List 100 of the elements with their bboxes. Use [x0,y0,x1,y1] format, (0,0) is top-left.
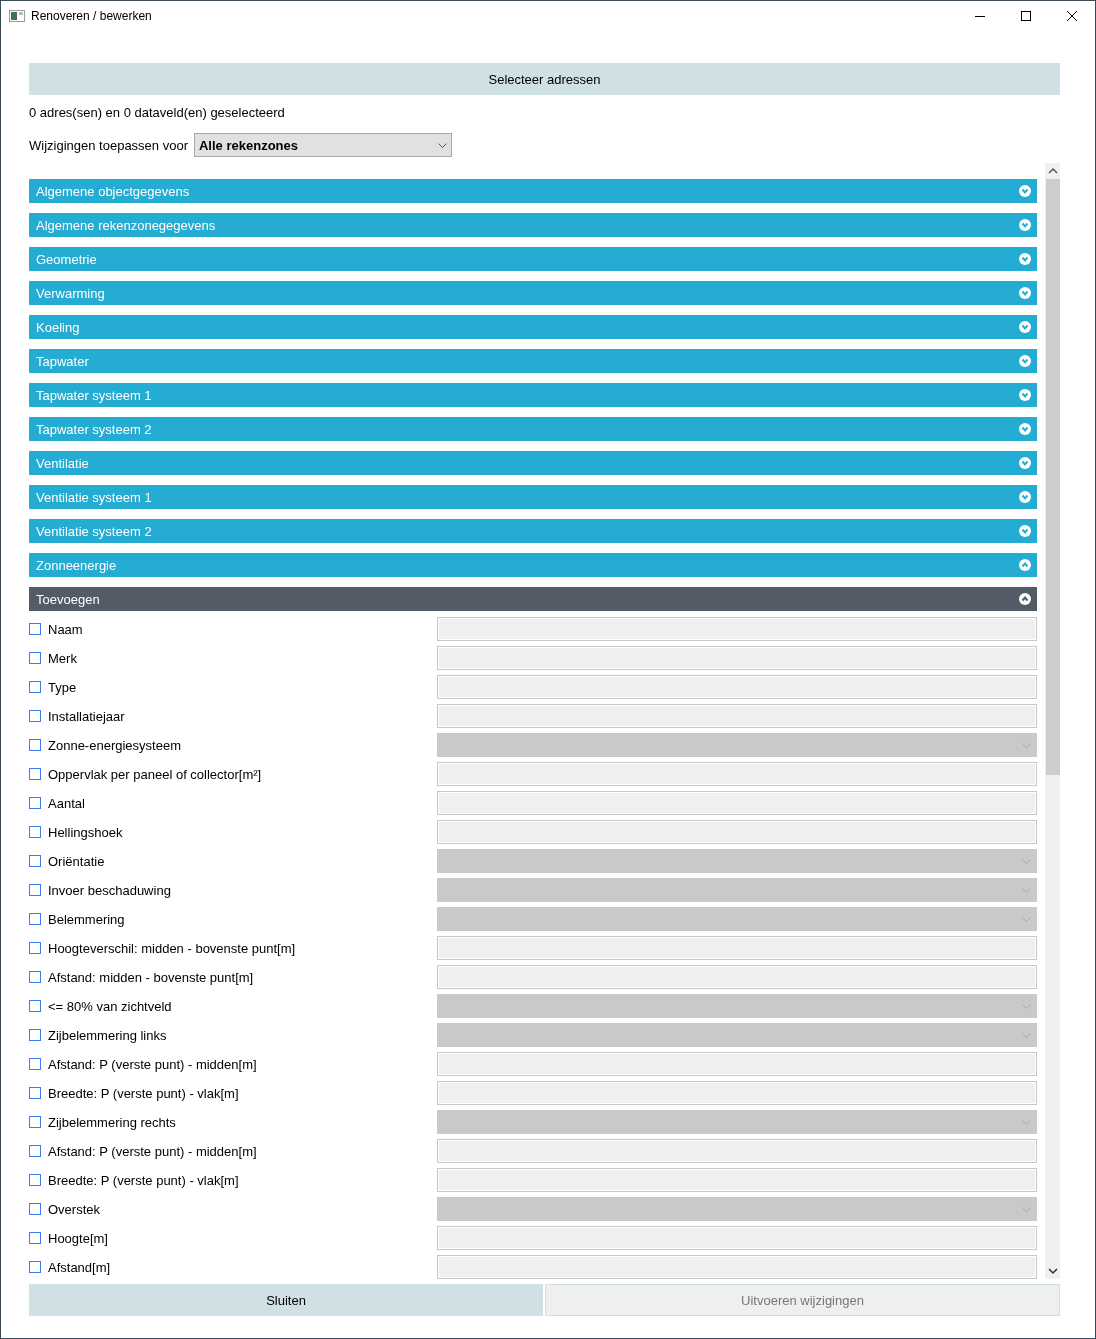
caret-icon [1022,742,1031,748]
dropdown-field[interactable] [437,733,1037,757]
field-label: Zonne-energiesysteem [48,737,182,753]
field-label: Aantal [48,795,86,811]
caret-icon [1022,1119,1031,1125]
input-field[interactable] [437,675,1037,699]
chevron-down-icon[interactable] [1019,389,1031,401]
field-label: Oriëntatie [48,853,106,869]
checkbox[interactable] [29,710,41,722]
checkbox[interactable] [29,826,41,838]
checkbox[interactable] [29,652,41,664]
caret-icon [1022,858,1031,864]
chevron-down-icon[interactable] [1019,491,1031,503]
dropdown-field[interactable] [437,1023,1037,1047]
chevron-up-icon[interactable] [1019,593,1031,605]
close-dialog-button[interactable]: Sluiten [29,1284,543,1316]
chevron-down-icon[interactable] [1019,423,1031,435]
input-field[interactable] [437,762,1037,786]
section-header[interactable]: Verwarming [29,281,1037,305]
chevron-down-icon[interactable] [1019,457,1031,469]
input-field[interactable] [437,1052,1037,1076]
field-label: Afstand: P (verste punt) - midden[m] [48,1056,258,1072]
scrollbar[interactable] [1045,163,1060,1279]
field-label: Oppervlak per paneel of collector[m²] [48,766,263,782]
checkbox[interactable] [29,1000,41,1012]
checkbox[interactable] [29,971,41,983]
checkbox[interactable] [29,1232,41,1244]
checkbox[interactable] [29,855,41,867]
checkbox[interactable] [29,739,41,751]
section-header[interactable]: Geometrie [29,247,1037,271]
field-label: Belemmering [48,911,126,927]
input-field[interactable] [437,1139,1037,1163]
checkbox[interactable] [29,681,41,693]
checkbox[interactable] [29,1116,41,1128]
checkbox[interactable] [29,1029,41,1041]
input-field[interactable] [437,820,1037,844]
checkbox[interactable] [29,797,41,809]
dropdown-field[interactable] [437,849,1037,873]
dropdown-field[interactable] [437,878,1037,902]
section-header[interactable]: Tapwater systeem 1 [29,383,1037,407]
section-header[interactable]: Tapwater [29,349,1037,373]
input-field[interactable] [437,646,1037,670]
checkbox[interactable] [29,942,41,954]
field-label: Hoogte[m] [48,1230,109,1246]
close-icon [1067,11,1077,21]
checkbox[interactable] [29,1145,41,1157]
caret-icon [1022,887,1031,893]
checkbox[interactable] [29,768,41,780]
chevron-down-icon[interactable] [1019,287,1031,299]
checkbox[interactable] [29,1203,41,1215]
input-field[interactable] [437,1168,1037,1192]
checkbox[interactable] [29,913,41,925]
field-label: Breedte: P (verste punt) - vlak[m] [48,1085,240,1101]
field-label: Naam [48,621,84,637]
dropdown-field[interactable] [437,907,1037,931]
checkbox[interactable] [29,1174,41,1186]
chevron-down-icon[interactable] [1019,321,1031,333]
checkbox[interactable] [29,1087,41,1099]
field-label: Afstand[m] [48,1259,112,1275]
field-label: Invoer beschaduwing [48,882,172,898]
checkbox[interactable] [29,884,41,896]
input-field[interactable] [437,936,1037,960]
checkbox[interactable] [29,1058,41,1070]
section-header[interactable]: Ventilatie [29,451,1037,475]
zone-dropdown[interactable]: Alle rekenzones [194,133,452,157]
section-header[interactable]: Zonneenergie [29,553,1037,577]
chevron-down-icon[interactable] [1019,219,1031,231]
chevron-down-icon[interactable] [1019,185,1031,197]
section-header[interactable]: Ventilatie systeem 1 [29,485,1037,509]
input-field[interactable] [437,965,1037,989]
section-header[interactable]: Ventilatie systeem 2 [29,519,1037,543]
section-header[interactable]: Koeling [29,315,1037,339]
section-header[interactable]: Algemene rekenzonegegevens [29,213,1037,237]
select-addresses-button[interactable]: Selecteer adressen [29,63,1060,95]
input-field[interactable] [437,1226,1037,1250]
input-field[interactable] [437,617,1037,641]
input-field[interactable] [437,704,1037,728]
chevron-down-icon[interactable] [1019,355,1031,367]
dropdown-field[interactable] [437,994,1037,1018]
field-label: Merk [48,650,78,666]
checkbox[interactable] [29,1261,41,1273]
input-field[interactable] [437,791,1037,815]
field-label: Hoogteverschil: midden - bovenste punt[m] [48,940,297,956]
field-label: Overstek [48,1201,101,1217]
field-label: Afstand: midden - bovenste punt[m] [48,969,255,985]
subsection-header[interactable]: Toevoegen [29,587,1037,611]
chevron-down-icon[interactable] [1019,253,1031,265]
field-label: Type [48,679,78,695]
chevron-down-icon[interactable] [1019,525,1031,537]
app-icon [9,10,25,22]
checkbox[interactable] [29,623,41,635]
dropdown-field[interactable] [437,1110,1037,1134]
section-header[interactable]: Tapwater systeem 2 [29,417,1037,441]
caret-icon [1022,916,1031,922]
field-label: Hellingshoek [48,824,124,840]
dropdown-field[interactable] [437,1197,1037,1221]
field-label: Installatiejaar [48,708,126,724]
input-field[interactable] [437,1081,1037,1105]
input-field[interactable] [437,1255,1037,1279]
section-header[interactable]: Algemene objectgegevens [29,179,1037,203]
